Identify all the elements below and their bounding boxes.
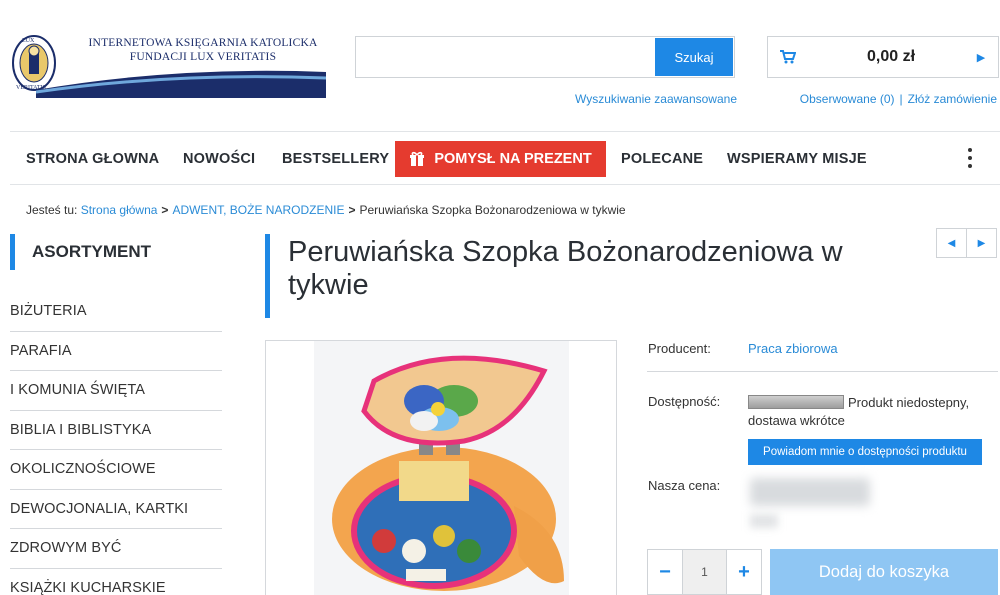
breadcrumb: Jesteś tu: Strona główna > ADWENT, BOŻE NA…	[26, 203, 626, 217]
search-input[interactable]	[356, 37, 654, 77]
sidebar-item-cookbooks[interactable]: KSIĄŻKI KUCHARSKIE	[10, 569, 222, 595]
breadcrumb-prefix: Jesteś tu:	[26, 203, 78, 217]
divider	[647, 371, 998, 372]
sidebar-item-bible[interactable]: BIBLIA I BIBLISTYKA	[10, 411, 222, 450]
sidebar-categories: BIŻUTERIA PARAFIA I KOMUNIA ŚWIĘTA BIBLI…	[10, 292, 222, 595]
sidebar-item-occasional[interactable]: OKOLICZNOŚCIOWE	[10, 450, 222, 490]
chevron-right-icon[interactable]: ▶	[967, 229, 996, 257]
cart-icon	[768, 50, 808, 64]
sidebar-item-jewelry[interactable]: BIŻUTERIA	[10, 292, 222, 332]
quantity-stepper: − 1 +	[647, 549, 762, 595]
more-menu-icon[interactable]	[965, 148, 975, 168]
gift-icon	[410, 151, 425, 166]
sidebar-title: ASORTYMENT	[10, 234, 222, 270]
producer-link[interactable]: Praca zbiorowa	[748, 341, 838, 356]
chevron-left-icon[interactable]: ◀	[937, 229, 967, 257]
place-order-link[interactable]: Złóż zamówienie	[908, 92, 997, 106]
nav-item-new[interactable]: NOWOŚCI	[183, 132, 255, 184]
breadcrumb-sep: >	[161, 203, 169, 217]
breadcrumb-home[interactable]: Strona główna	[81, 203, 158, 217]
cart-widget[interactable]: 0,00 zł ▶	[767, 36, 999, 78]
add-to-cart-button[interactable]: Dodaj do koszyka	[770, 549, 998, 595]
price-value-blurred	[750, 476, 870, 536]
qty-plus-button[interactable]: +	[727, 550, 761, 594]
nav-item-home[interactable]: STRONA GŁOWNA	[26, 132, 159, 184]
sidebar-item-health[interactable]: ZDROWYM BYĆ	[10, 529, 222, 569]
breadcrumb-category[interactable]: ADWENT, BOŻE NARODZENIE	[172, 203, 344, 217]
sidebar-item-first-communion[interactable]: I KOMUNIA ŚWIĘTA	[10, 371, 222, 411]
availability-status: Produkt niedostepny, dostawa wkrótce	[748, 394, 988, 430]
availability-bar	[748, 395, 844, 409]
logo-text: INTERNETOWA KSIĘGARNIA KATOLICKA FUNDACJ…	[78, 36, 328, 64]
nav-item-missions[interactable]: WSPIERAMY MISJE	[727, 132, 867, 184]
nav-item-bestsellers[interactable]: BESTSELLERY	[282, 132, 389, 184]
notify-availability-button[interactable]: Powiadom mnie o dostępności produktu	[748, 439, 982, 465]
nav-item-recommended[interactable]: POLECANE	[621, 132, 703, 184]
store-logo[interactable]: LUX VERITATIS INTERNETOWA KSIĘGARNIA KAT…	[8, 30, 328, 98]
availability-text: Produkt niedostepny,	[848, 395, 970, 410]
qty-minus-button[interactable]: −	[648, 550, 682, 594]
logo-line-1: INTERNETOWA KSIĘGARNIA KATOLICKA	[88, 37, 318, 49]
breadcrumb-sep: >	[348, 203, 356, 217]
cart-amount: 0,00 zł	[866, 48, 916, 65]
search-button[interactable]: Szukaj	[655, 38, 733, 76]
product-title: Peruwiańska Szopka Bożonarodzeniowa w ty…	[288, 236, 843, 301]
main-nav: STRONA GŁOWNA NOWOŚCI BESTSELLERY POMYSŁ…	[10, 131, 1000, 185]
link-separator: |	[899, 92, 903, 106]
price-label: Nasza cena:	[648, 478, 721, 493]
svg-text:LUX: LUX	[22, 38, 35, 44]
nav-item-gift-idea[interactable]: POMYSŁ NA PREZENT	[395, 141, 606, 177]
title-accent-bar	[265, 234, 270, 318]
advanced-search-link[interactable]: Wyszukiwanie zaawansowane	[560, 92, 737, 106]
product-image[interactable]	[314, 341, 569, 595]
qty-input[interactable]: 1	[682, 550, 727, 594]
user-links: Obserwowane (0) | Złóż zamówienie	[760, 92, 997, 106]
watched-link[interactable]: Obserwowane (0)	[800, 92, 895, 106]
logo-line-2: FUNDACJI LUX VERITATIS	[129, 51, 277, 63]
gift-label: POMYSŁ NA PREZENT	[434, 151, 592, 167]
sidebar-item-parish[interactable]: PARAFIA	[10, 332, 222, 371]
logo-swoosh	[36, 70, 326, 98]
sidebar-item-devotional[interactable]: DEWOCJONALIA, KARTKI	[10, 490, 222, 529]
product-pager: ◀ ▶	[936, 228, 997, 258]
search-bar: Szukaj	[355, 36, 735, 78]
gourd-nativity-image	[332, 355, 564, 591]
breadcrumb-current: Peruwiańska Szopka Bożonarodzeniowa w ty…	[359, 203, 626, 217]
availability-note: dostawa wkrótce	[748, 413, 845, 428]
chevron-right-icon: ▶	[976, 51, 986, 64]
availability-label: Dostępność:	[648, 394, 721, 409]
product-image-frame	[265, 340, 617, 595]
producer-label: Producent:	[648, 341, 711, 356]
